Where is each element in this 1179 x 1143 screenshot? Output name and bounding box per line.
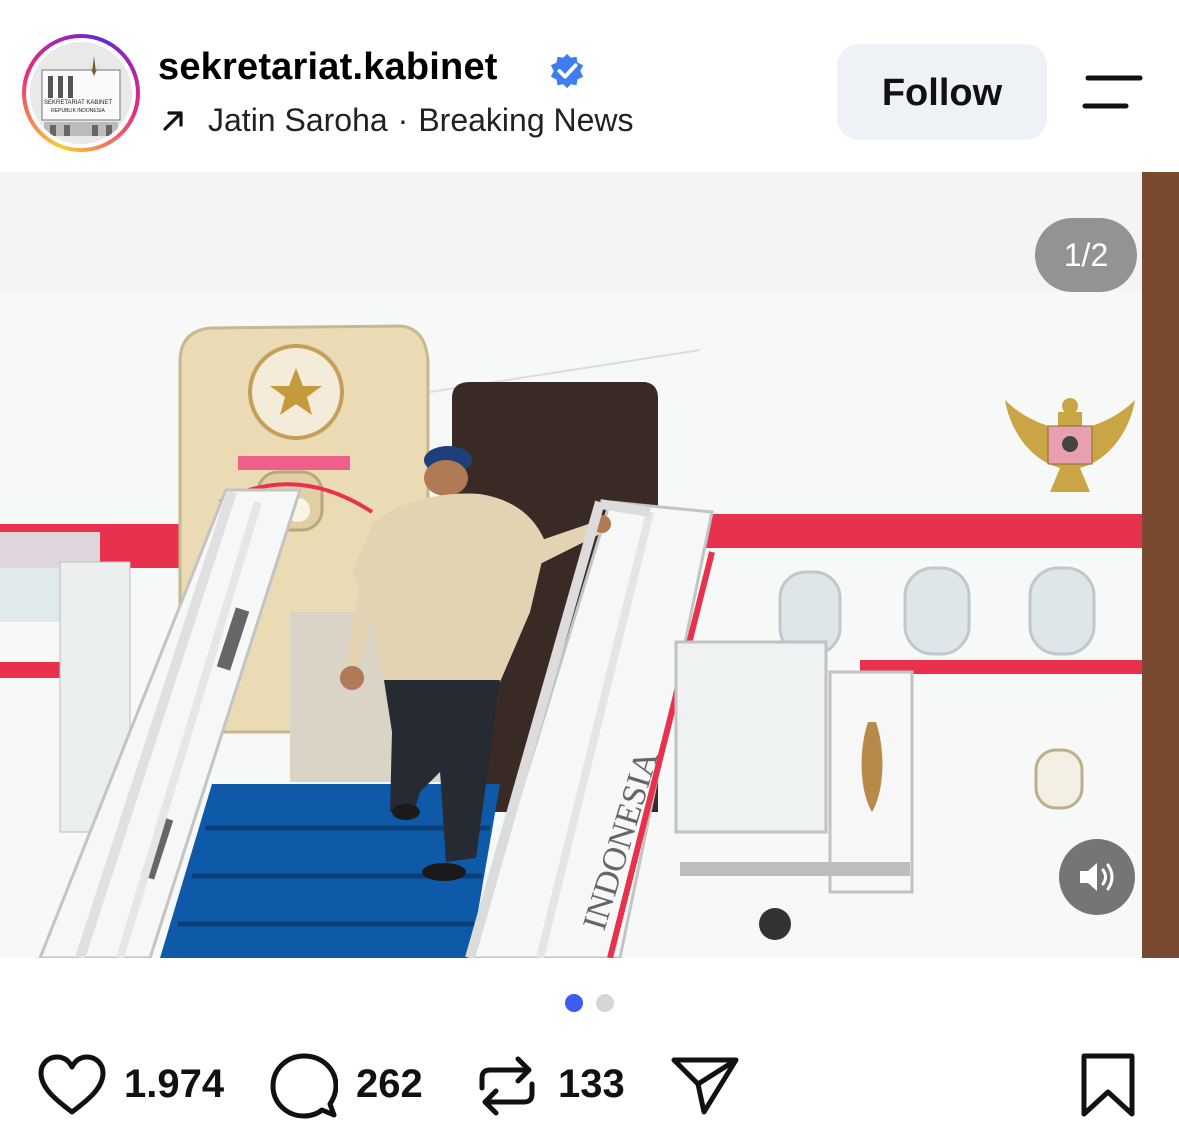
- repost-icon[interactable]: [476, 1054, 538, 1118]
- tag-label[interactable]: Breaking News: [418, 102, 633, 139]
- comment-count[interactable]: 262: [356, 1062, 423, 1107]
- bookmark-icon[interactable]: [1078, 1052, 1138, 1118]
- post-actions: 1.974 262 133: [0, 1050, 1179, 1120]
- collaborator-line[interactable]: Jatin Saroha · Breaking News: [160, 102, 634, 139]
- avatar-building-image: SEKRETARIAT KABINET REPUBLIK INDONESIA: [30, 42, 132, 144]
- page-indicator: 1/2: [1035, 218, 1137, 292]
- post-media[interactable]: INDONESIA 1/2: [0, 172, 1179, 958]
- avatar-text-bottom: REPUBLIK INDONESIA: [51, 108, 105, 114]
- menu-icon[interactable]: [1082, 72, 1144, 112]
- carousel-dot-active[interactable]: [565, 994, 583, 1012]
- avatar-text-top: SEKRETARIAT KABINET: [44, 100, 112, 106]
- avatar[interactable]: SEKRETARIAT KABINET REPUBLIK INDONESIA: [30, 42, 132, 144]
- like-count[interactable]: 1.974: [124, 1062, 224, 1107]
- heart-icon[interactable]: [36, 1054, 108, 1118]
- collaborator-name[interactable]: Jatin Saroha: [208, 102, 388, 139]
- carousel-dot[interactable]: [596, 994, 614, 1012]
- follow-button[interactable]: Follow: [837, 44, 1047, 140]
- sound-toggle-button[interactable]: [1059, 839, 1135, 915]
- story-ring[interactable]: SEKRETARIAT KABINET REPUBLIK INDONESIA: [22, 34, 140, 152]
- post-header: SEKRETARIAT KABINET REPUBLIK INDONESIA s…: [0, 0, 1179, 172]
- comment-icon[interactable]: [270, 1052, 338, 1120]
- username[interactable]: sekretariat.kabinet: [158, 46, 498, 89]
- arrow-up-right-icon: [163, 110, 183, 131]
- verified-badge-icon: [550, 53, 584, 89]
- carousel-dots: [0, 994, 1179, 1014]
- share-icon[interactable]: [670, 1054, 740, 1116]
- speaker-icon: [1080, 863, 1114, 891]
- repost-count[interactable]: 133: [558, 1062, 625, 1107]
- subline-separator: ·: [397, 102, 409, 138]
- aircraft-boarding-photo: INDONESIA: [0, 172, 1179, 958]
